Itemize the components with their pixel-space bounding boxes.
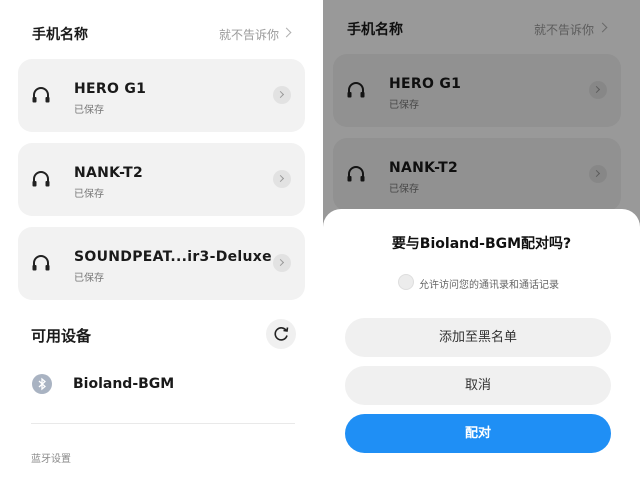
available-devices-title: 可用设备: [31, 327, 92, 345]
device-status: 已保存: [74, 189, 104, 200]
chevron-right-icon: [276, 90, 285, 99]
permission-checkbox[interactable]: [398, 274, 414, 290]
headphones-icon: [32, 171, 50, 187]
pairing-dialog: 要与Bioland-BGM配对吗? 允许访问您的通讯录和通话记录 添加至黑名单 …: [323, 209, 640, 480]
pair-button[interactable]: 配对: [345, 414, 611, 453]
chevron-right-icon: [276, 258, 285, 267]
bluetooth-icon-badge: [32, 374, 52, 394]
refresh-button[interactable]: [266, 319, 296, 349]
chevron-right-icon: [281, 27, 292, 38]
available-device-name: Bioland-BGM: [73, 376, 175, 392]
device-name: HERO G1: [74, 81, 147, 97]
device-name: SOUNDPEAT...ir3-Deluxe: [74, 249, 272, 265]
device-name: NANK-T2: [74, 165, 144, 181]
permission-label[interactable]: 允许访问您的通讯录和通话记录: [419, 276, 559, 291]
bluetooth-settings-link[interactable]: 蓝牙设置: [31, 450, 71, 465]
chevron-right-icon: [276, 174, 285, 183]
device-status: 已保存: [74, 273, 104, 284]
device-name-label: 手机名称: [32, 27, 88, 43]
cancel-button[interactable]: 取消: [345, 366, 611, 405]
pairing-dialog-screen: 手机名称 就不告诉你 HERO G1 已保存 NANK-T2 已保存 要与Bio…: [323, 0, 640, 480]
refresh-icon: [274, 327, 289, 341]
dialog-title: 要与Bioland-BGM配对吗?: [391, 236, 572, 252]
device-name-value: 就不告诉你: [219, 28, 280, 42]
device-details-button[interactable]: [273, 86, 291, 104]
device-status: 已保存: [74, 105, 104, 116]
bluetooth-icon: [38, 377, 46, 391]
add-to-blacklist-button[interactable]: 添加至黑名单: [345, 318, 611, 357]
headphones-icon: [32, 87, 50, 103]
divider: [31, 423, 295, 424]
headphones-icon: [32, 255, 50, 271]
paired-device-card[interactable]: HERO G1 已保存: [18, 59, 305, 132]
device-details-button[interactable]: [273, 254, 291, 272]
device-details-button[interactable]: [273, 170, 291, 188]
bluetooth-settings-screen: 手机名称 就不告诉你 HERO G1 已保存 NANK-T2 已保存 SOUND…: [0, 0, 322, 480]
paired-device-card[interactable]: NANK-T2 已保存: [18, 143, 305, 216]
paired-device-card[interactable]: SOUNDPEAT...ir3-Deluxe 已保存: [18, 227, 305, 300]
